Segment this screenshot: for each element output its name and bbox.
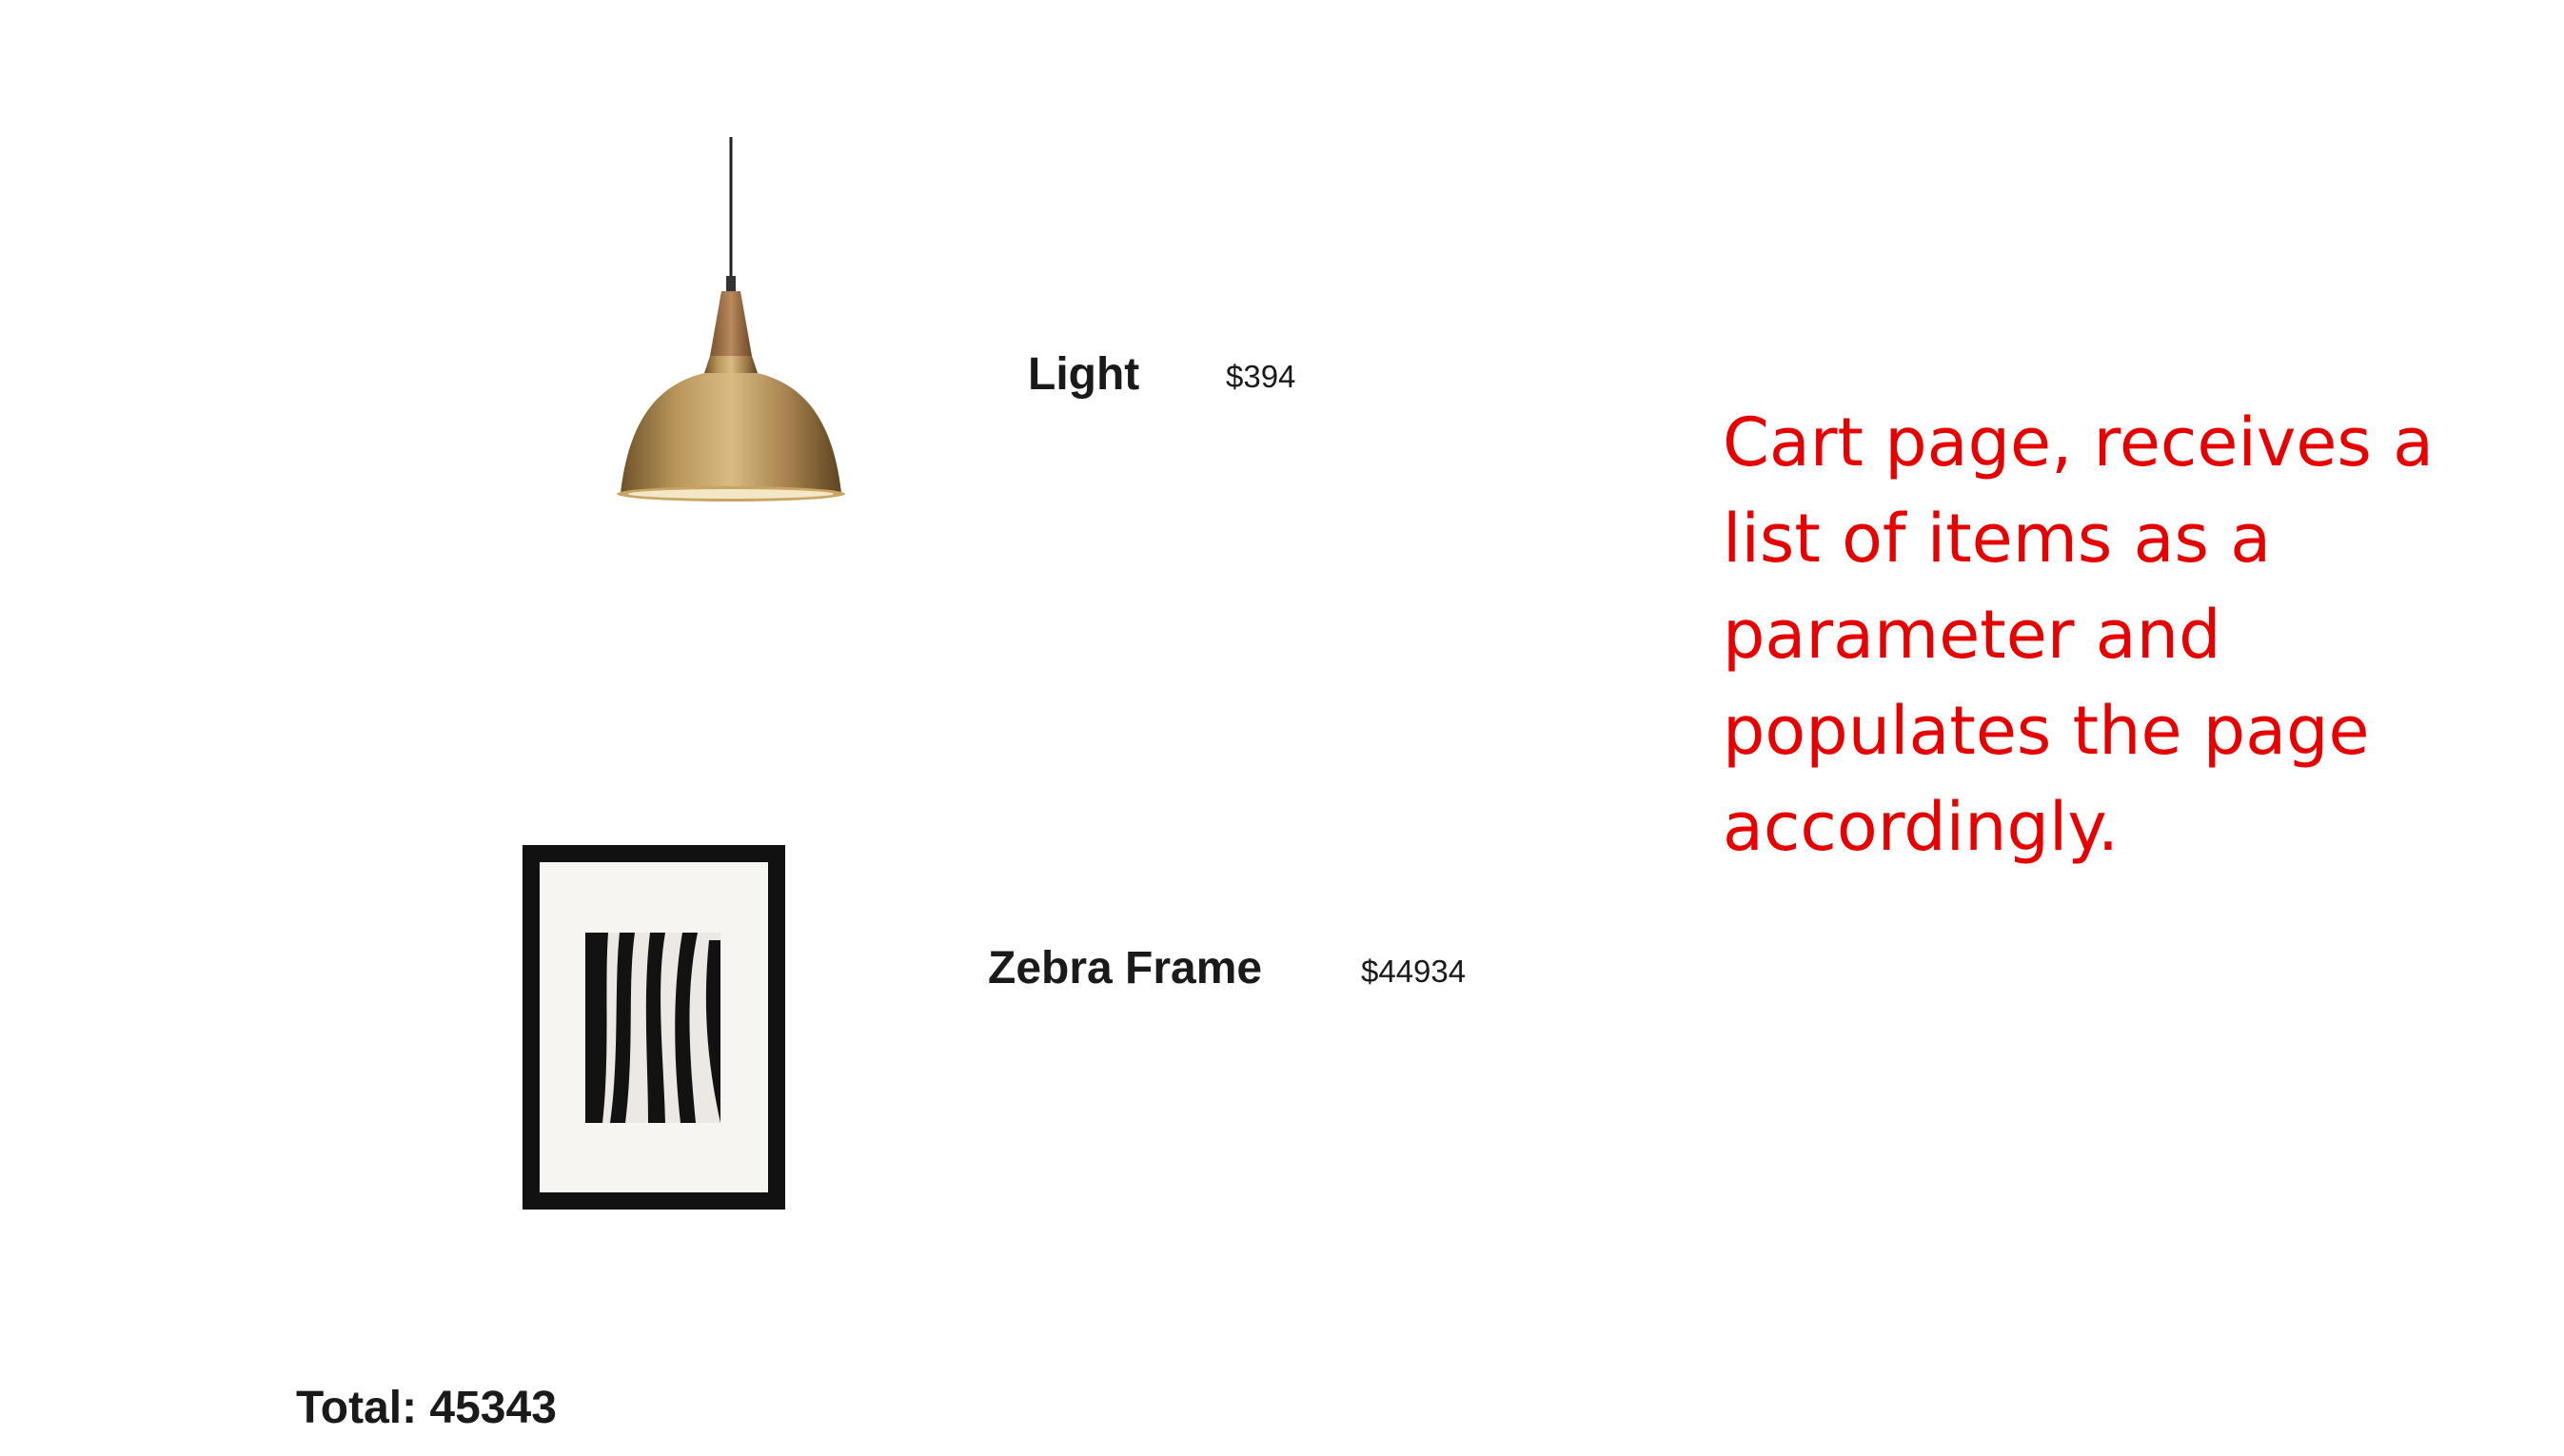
item-name: Light	[1028, 349, 1140, 400]
zebra-frame-icon	[523, 845, 785, 1210]
pendant-lamp-icon	[600, 133, 857, 504]
item-price: $44934	[1361, 954, 1467, 989]
item-price: $394	[1226, 359, 1296, 394]
item-name: Zebra Frame	[988, 943, 1263, 994]
annotation-note: Cart page, receives a list of items as a…	[1723, 403, 2434, 866]
cart-total: Total: 45343	[296, 1383, 557, 1433]
